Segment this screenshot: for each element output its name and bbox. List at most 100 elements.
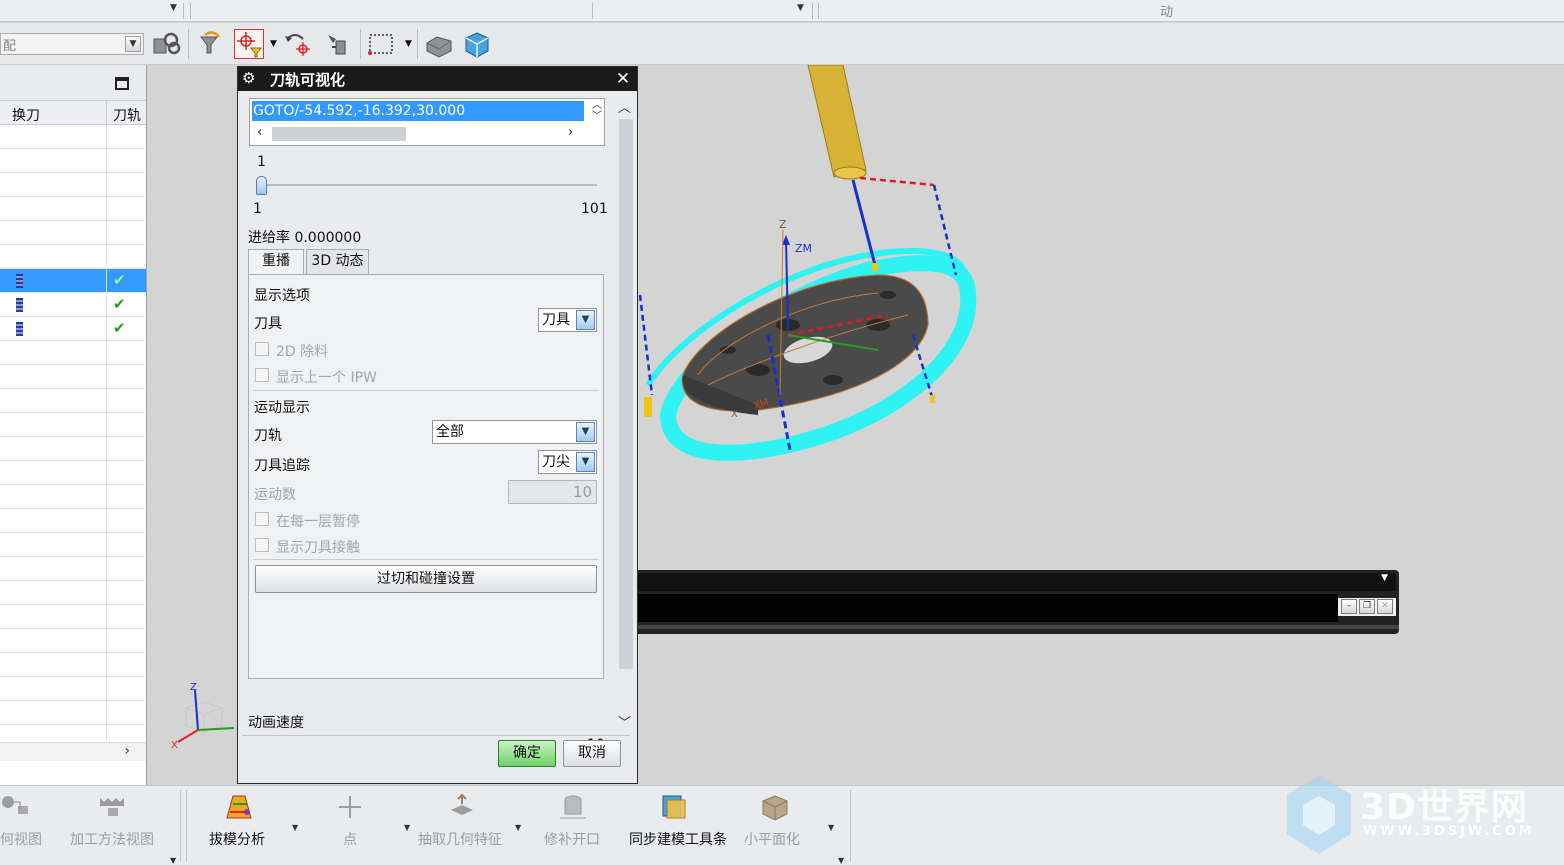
goto-listbox[interactable]: GOTO/-54.592,-16.392,30.000 ︿ ﹀ ‹ ›	[249, 98, 605, 146]
pause-each-layer-label: 在每一层暂停	[276, 514, 360, 530]
close-icon[interactable]: ✕	[1377, 599, 1393, 614]
chevron-right-icon[interactable]: ›	[124, 743, 130, 759]
facet-button[interactable]: 小平面化	[740, 786, 810, 865]
undo-point-button[interactable]	[283, 29, 313, 59]
point-button[interactable]: 点	[330, 786, 370, 865]
scroll-up-icon[interactable]: ︿	[618, 97, 631, 116]
table-row[interactable]: ✔	[0, 317, 146, 341]
table-row[interactable]	[0, 221, 146, 245]
ok-button[interactable]: 确定	[498, 740, 556, 767]
cancel-button[interactable]: 取消	[563, 740, 621, 767]
chevron-down-icon[interactable]: ▼	[576, 310, 595, 330]
chevron-right-icon[interactable]: ›	[568, 125, 573, 140]
goto-hscroll[interactable]: ‹ ›	[252, 125, 584, 143]
assembly-constraint-button[interactable]	[152, 29, 182, 59]
column-header-path[interactable]: 刀轨	[113, 105, 141, 125]
restore-icon[interactable]: ❐	[1359, 599, 1375, 614]
chevron-down-icon[interactable]: ▼	[576, 452, 595, 472]
draft-analysis-icon	[226, 795, 252, 819]
point-label: 点	[343, 832, 357, 848]
chevron-down-icon[interactable]: ▼	[838, 856, 844, 865]
rectangle-select-button[interactable]	[366, 29, 396, 59]
chevron-down-icon[interactable]: ▼	[405, 39, 412, 49]
column-divider[interactable]	[106, 101, 107, 125]
chevron-down-icon[interactable]: ▼	[292, 823, 298, 832]
hscroll-thumb[interactable]	[272, 127, 406, 141]
filter-combo-value: 配	[3, 39, 17, 54]
column-divider	[106, 293, 107, 317]
separator	[417, 29, 418, 59]
spinner-icon[interactable]: ︿ ﹀	[592, 100, 602, 122]
view-cube-icon	[465, 32, 489, 58]
table-row[interactable]	[0, 245, 146, 269]
dropdown-arrow-icon[interactable]: ▼	[797, 3, 804, 13]
table-row[interactable]	[0, 125, 146, 149]
tool-trace-select[interactable]: 刀尖 ▼	[538, 450, 597, 474]
chevron-down-icon[interactable]: ▼	[828, 823, 834, 832]
2d-removal-label: 2D 除料	[276, 344, 329, 360]
patch-opening-icon	[560, 795, 586, 819]
table-row[interactable]	[0, 149, 146, 173]
pause-each-layer-checkbox[interactable]	[255, 512, 269, 526]
chevron-down-icon[interactable]: ▼	[515, 823, 521, 832]
gouge-collision-settings-button[interactable]: 过切和碰撞设置	[255, 565, 597, 593]
navigator-hscroll[interactable]: ›	[0, 742, 146, 761]
navigator-column-headers: 换刀 刀轨	[0, 101, 146, 125]
snap-options-button[interactable]	[322, 29, 352, 59]
chevron-down-icon[interactable]: ▼	[170, 856, 176, 865]
motion-slider-thumb[interactable]	[256, 176, 267, 195]
show-prev-ipw-checkbox[interactable]	[255, 368, 269, 382]
chevron-left-icon[interactable]: ‹	[257, 125, 262, 140]
scroll-down-icon[interactable]: ﹀	[618, 712, 631, 731]
gear-icon[interactable]: ⚙	[242, 69, 255, 87]
tool-label: 刀具	[254, 316, 282, 332]
table-row[interactable]: ✔	[0, 269, 146, 293]
shaded-body-icon	[426, 36, 452, 58]
navigator-header	[0, 65, 146, 101]
goto-line-selected[interactable]: GOTO/-54.592,-16.392,30.000	[252, 101, 584, 121]
shaded-edges-button[interactable]	[424, 29, 454, 59]
chevron-down-icon[interactable]: ▼	[270, 39, 277, 49]
scroll-thumb[interactable]	[619, 119, 633, 669]
chevron-down-icon[interactable]: ▼	[576, 422, 595, 442]
chevron-down-icon[interactable]: ▼	[125, 36, 141, 52]
show-tool-contact-checkbox[interactable]	[255, 538, 269, 552]
table-row[interactable]: ✔	[0, 293, 146, 317]
tab-replay[interactable]: 重播	[248, 249, 304, 275]
draft-analysis-button[interactable]: 拔模分析	[205, 786, 275, 865]
dialog-vscroll[interactable]: ︿ ﹀	[616, 97, 633, 733]
view-cube-button[interactable]	[462, 29, 492, 59]
motion-count-field[interactable]: 10	[508, 480, 597, 504]
info-window-titlebar[interactable]: ▼	[638, 573, 1396, 591]
minimize-icon[interactable]: –	[1341, 599, 1357, 614]
geometry-view-button[interactable]: 何视图	[0, 786, 52, 865]
extract-geometry-button[interactable]: 抽取几何特征	[415, 786, 511, 865]
watermark: 3D世界网 WWW.3DSJW.COM	[1280, 770, 1564, 865]
motion-slider-track[interactable]	[257, 184, 597, 186]
2d-removal-checkbox[interactable]	[255, 342, 269, 356]
chevron-down-icon[interactable]: ▼	[1381, 573, 1388, 583]
snap-point-filter-button[interactable]	[234, 29, 264, 59]
chevron-down-icon[interactable]: ▼	[404, 823, 410, 832]
patch-opening-button[interactable]: 修补开口	[540, 786, 608, 865]
graphics-viewport[interactable]: Z ZM XM X	[638, 65, 1564, 570]
table-row[interactable]	[0, 173, 146, 197]
dropdown-arrow-icon[interactable]: ▼	[170, 3, 177, 13]
divider	[253, 390, 599, 391]
sync-modeling-toolbar-button[interactable]: 同步建模工具条	[625, 786, 727, 865]
table-row[interactable]	[0, 197, 146, 221]
machining-method-view-button[interactable]: 加工方法视图	[64, 786, 168, 865]
filter-combo[interactable]: 配 ▼	[0, 33, 144, 55]
separator	[850, 790, 851, 862]
tab-3d-dynamic[interactable]: 3D 动态	[306, 249, 369, 274]
tool-display-select[interactable]: 刀具 ▼	[538, 308, 597, 332]
close-icon[interactable]: ✕	[613, 69, 633, 89]
path-select[interactable]: 全部 ▼	[432, 420, 597, 444]
column-header-tool-change[interactable]: 换刀	[12, 105, 40, 125]
slider-min-value: 1	[253, 201, 262, 217]
dialog-titlebar[interactable]: ⚙ 刀轨可视化 ✕	[238, 67, 637, 91]
navigator-rows: ✔ ✔ ✔	[0, 125, 146, 341]
type-filter-button[interactable]	[197, 29, 227, 59]
motion-display-heading: 运动显示	[254, 400, 310, 416]
maximize-icon[interactable]	[115, 77, 129, 90]
